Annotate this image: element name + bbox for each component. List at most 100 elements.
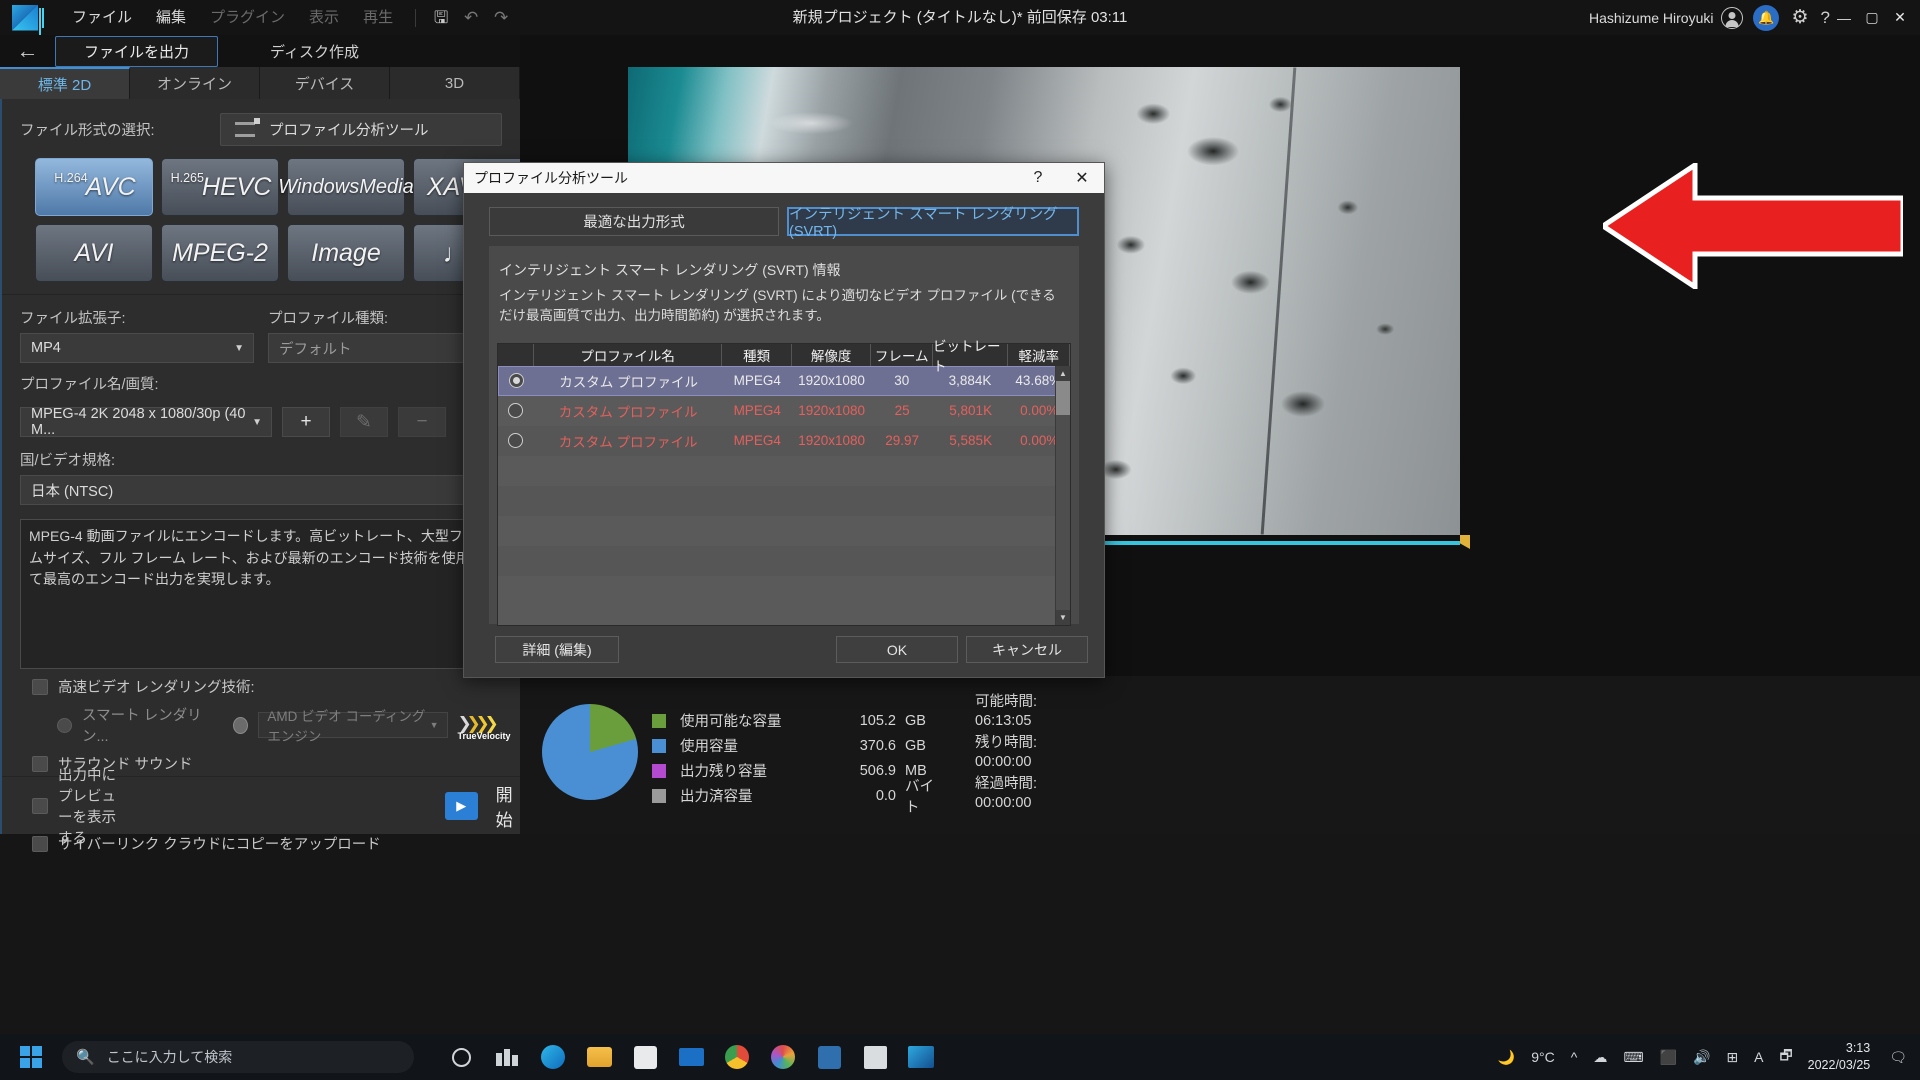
format-image[interactable]: Image xyxy=(287,224,405,282)
keyboard-icon[interactable]: ⌨ xyxy=(1616,1049,1650,1066)
export-settings-panel: ファイル形式の選択: プロファイル分析ツール H.264 AVC H.265 HEV… xyxy=(0,99,531,853)
paint-icon[interactable] xyxy=(760,1034,806,1080)
battery-icon[interactable]: ⬛ xyxy=(1653,1049,1684,1066)
svrt-info-body: インテリジェント スマート レンダリング (SVRT) により適切なビデオ プロ… xyxy=(499,288,1056,324)
task-view-icon[interactable] xyxy=(484,1034,530,1080)
format-windowsmedia[interactable]: WindowsMedia xyxy=(278,158,414,216)
cancel-button[interactable]: キャンセル xyxy=(966,636,1088,663)
gear-icon[interactable]: ⚙ xyxy=(1791,6,1808,29)
smart-render-row[interactable]: スマート レンダリン... AMD ビデオ コーディング エンジン ▼ ❯ ❯ … xyxy=(2,697,520,746)
chrome-icon[interactable] xyxy=(714,1034,760,1080)
table-row[interactable]: カスタム プロファイル MPEG4 1920x1080 25 5,801K 0.… xyxy=(498,396,1070,426)
menu-plugin[interactable]: プラグイン xyxy=(198,0,297,35)
remove-profile-button[interactable]: − xyxy=(398,407,446,437)
tab-online[interactable]: オンライン xyxy=(130,67,260,99)
profile-analyzer-button[interactable]: プロファイル分析ツール xyxy=(220,113,502,146)
detail-edit-button[interactable]: 詳細 (編集) xyxy=(495,636,619,663)
cortana-icon[interactable] xyxy=(438,1034,484,1080)
explorer-icon[interactable] xyxy=(576,1034,622,1080)
dialog-title: プロファイル分析ツール xyxy=(474,170,628,186)
avatar[interactable] xyxy=(1721,6,1744,29)
taskbar-search-input[interactable]: 🔍 ここに入力して検索 xyxy=(62,1041,414,1073)
time-label: 可能時間: xyxy=(975,694,1038,710)
radio-icon[interactable] xyxy=(508,433,524,448)
add-profile-button[interactable]: + xyxy=(282,407,330,437)
start-button-windows[interactable] xyxy=(0,1046,62,1068)
profile-name-select[interactable]: MPEG-4 2K 2048 x 1080/30p (40 M... ▼ xyxy=(20,406,272,438)
format-avi[interactable]: AVI xyxy=(35,224,153,282)
menu-playback[interactable]: 再生 xyxy=(351,0,405,35)
dialog-tab-best-format[interactable]: 最適な出力形式 xyxy=(489,207,779,236)
store-icon[interactable] xyxy=(622,1034,668,1080)
volume-icon[interactable]: 🔊 xyxy=(1686,1049,1717,1066)
notification-icon[interactable]: 🗨 xyxy=(1882,1049,1914,1066)
ok-button[interactable]: OK xyxy=(836,636,958,663)
start-label: 開始 xyxy=(495,785,513,830)
hw-encoder-select[interactable]: AMD ビデオ コーディング エンジン ▼ xyxy=(258,709,448,744)
tab-3d[interactable]: 3D xyxy=(390,67,520,99)
show-preview-checkbox[interactable] xyxy=(32,797,48,814)
cloud-icon[interactable]: ☁ xyxy=(1586,1049,1614,1066)
library-icon[interactable] xyxy=(852,1034,898,1080)
ime-icon[interactable]: A xyxy=(1747,1049,1770,1065)
table-row[interactable]: カスタム プロファイル MPEG4 1920x1080 30 3,884K 43… xyxy=(498,365,1070,396)
smart-render-radio[interactable] xyxy=(57,717,72,733)
format-mpeg2[interactable]: MPEG-2 xyxy=(161,224,279,282)
mail-icon[interactable] xyxy=(668,1034,714,1080)
edge-icon[interactable] xyxy=(530,1034,576,1080)
tray-expand-icon[interactable]: ^ xyxy=(1564,1049,1585,1065)
scroll-up-icon[interactable]: ▲ xyxy=(1056,365,1070,381)
close-button[interactable]: ✕ xyxy=(1886,9,1914,26)
dialog-close-button[interactable]: ✕ xyxy=(1060,168,1104,188)
extension-select[interactable]: MP4 ▼ xyxy=(20,333,254,363)
row-bitrate: 5,585K xyxy=(949,433,993,448)
weather-temp[interactable]: 9°C xyxy=(1524,1049,1562,1065)
dialog-help-button[interactable]: ? xyxy=(1016,169,1060,187)
taskbar-clock[interactable]: 3:13 2022/03/25 xyxy=(1802,1040,1881,1074)
row-radio-cell[interactable] xyxy=(498,426,534,456)
action-center-icon[interactable]: 🗗 xyxy=(1773,1045,1800,1069)
app-icon[interactable] xyxy=(806,1034,852,1080)
legend-label: 出力残り容量 xyxy=(680,764,767,780)
redo-icon[interactable]: ↷ xyxy=(486,0,516,35)
format-hevc[interactable]: H.265 HEVC xyxy=(161,158,279,216)
tab-standard-2d[interactable]: 標準 2D xyxy=(0,67,130,99)
fast-render-row[interactable]: 高速ビデオ レンダリング技術: xyxy=(2,669,520,697)
save-icon[interactable]: 🖫 xyxy=(426,0,456,35)
help-icon[interactable]: ? xyxy=(1821,8,1830,28)
row-kind: MPEG4 xyxy=(733,433,781,448)
fast-render-checkbox[interactable] xyxy=(32,678,48,695)
format-avc-label: AVC xyxy=(85,172,136,201)
tab-create-disc[interactable]: ディスク作成 xyxy=(270,41,359,62)
hw-encoder-radio[interactable] xyxy=(233,716,249,734)
menu-edit[interactable]: 編集 xyxy=(144,0,198,35)
minimize-button[interactable]: ― xyxy=(1830,10,1858,26)
row-kind: MPEG4 xyxy=(733,373,781,388)
network-icon[interactable]: ⊞ xyxy=(1719,1049,1745,1066)
tab-device[interactable]: デバイス xyxy=(260,67,390,99)
maximize-button[interactable]: ▢ xyxy=(1858,9,1886,26)
radio-selected-icon[interactable] xyxy=(509,373,525,388)
table-scrollbar[interactable]: ▲ ▼ xyxy=(1055,365,1070,625)
row-radio-cell[interactable] xyxy=(499,367,535,395)
scrollbar-thumb[interactable] xyxy=(1056,380,1070,415)
menu-file[interactable]: ファイル xyxy=(60,0,144,35)
powerdirector-icon[interactable] xyxy=(898,1034,944,1080)
undo-icon[interactable]: ↶ xyxy=(456,0,486,35)
radio-icon[interactable] xyxy=(508,403,524,418)
tab-export-file[interactable]: ファイルを出力 xyxy=(55,35,219,67)
show-preview-row[interactable]: 出力中にプレビューを表示する xyxy=(2,764,127,848)
edit-profile-button[interactable]: ✎ xyxy=(340,407,388,437)
back-arrow-icon[interactable]: ← xyxy=(0,38,55,64)
bell-icon[interactable]: 🔔 xyxy=(1753,4,1780,31)
row-framerate: 30 xyxy=(894,373,910,388)
dialog-tab-svrt[interactable]: インテリジェント スマート レンダリング (SVRT) xyxy=(787,207,1079,240)
table-row[interactable]: カスタム プロファイル MPEG4 1920x1080 29.97 5,585K… xyxy=(498,425,1070,456)
menu-view[interactable]: 表示 xyxy=(297,0,351,35)
row-radio-cell[interactable] xyxy=(498,396,534,426)
weather-icon[interactable]: 🌙 xyxy=(1491,1049,1522,1066)
format-avc[interactable]: H.264 AVC xyxy=(35,158,153,216)
start-button[interactable]: ▶ 開始 xyxy=(445,781,522,831)
country-select[interactable]: 日本 (NTSC) xyxy=(20,475,504,505)
timeline-marker-icon[interactable] xyxy=(1460,535,1470,549)
